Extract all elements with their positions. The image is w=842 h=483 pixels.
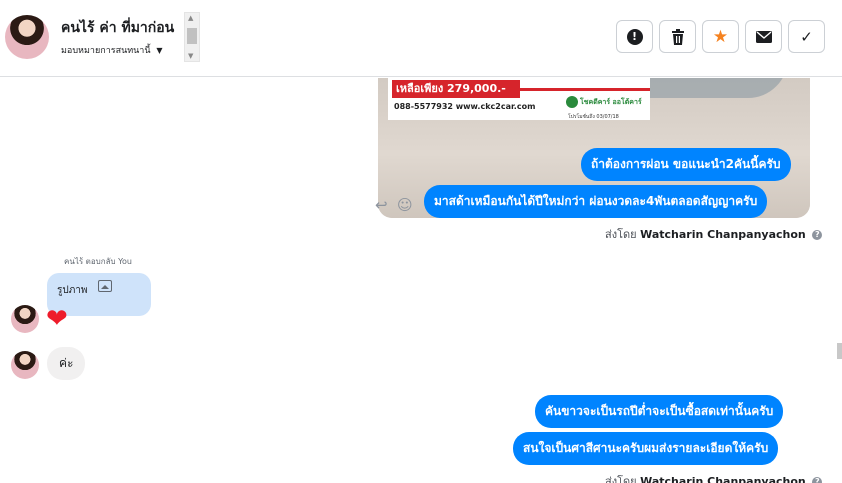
incoming-message[interactable]: ค่ะ [47,347,86,380]
ad-price: เหลือเพียง 279,000.- [392,80,520,98]
image-icon [98,280,112,292]
ad-divider [520,88,650,91]
reply-card-label: รูปภาพ [57,285,88,296]
dealer-logo-icon [566,96,578,108]
sent-by-prefix: ส่งโดย [605,228,637,241]
alert-icon: ! [626,28,643,45]
help-icon[interactable]: ? [812,230,823,240]
ad-fine-print: โปรโมชั่นถึง 03/07/18 [568,114,619,120]
mark-unread-button[interactable] [745,20,782,53]
sent-by-prefix: ส่งโดย [605,475,637,483]
outgoing-message[interactable]: สนใจเป็นศาสีศานะครับผมส่งรายละเอียดให้คร… [513,432,779,465]
scroll-down-icon[interactable]: ▼ [188,52,193,60]
sender-name: Watcharin Chanpanyachon [640,475,806,483]
help-icon[interactable]: ? [812,477,823,483]
report-spam-button[interactable]: ! [616,20,653,53]
scroll-up-icon[interactable]: ▲ [188,14,193,22]
trash-icon [671,28,684,45]
ad-contact-line: 088-5577932 www.ckc2car.com [394,102,536,111]
outgoing-message[interactable]: มาสด้าเหมือนกันได้ปีใหม่กว่า ผ่อนงวดละ4พ… [424,185,768,218]
name-scrollbar[interactable]: ▲ ▼ [184,12,200,62]
check-icon: ✓ [800,27,813,46]
reply-context: คนไร้ ตอบกลับ You [64,257,132,266]
contact-avatar[interactable] [5,15,49,59]
sent-by-line: ส่งโดย Watcharin Chanpanyachon ? [605,225,823,243]
delete-button[interactable] [659,20,696,53]
emoji-reaction-icon[interactable]: ☺ [397,196,413,214]
mail-icon [755,30,772,43]
avatar [11,305,39,333]
sender-name: Watcharin Chanpanyachon [640,228,806,241]
scroll-thumb[interactable] [187,28,197,44]
avatar [11,351,39,379]
star-button[interactable]: ★ [702,20,739,53]
outgoing-message[interactable]: คันขาวจะเป็นรถปีต่ำจะเป็นซื้อสดเท่านั้นค… [535,395,784,428]
star-icon: ★ [712,26,729,47]
chevron-down-icon: ▼ [156,46,163,55]
mark-done-button[interactable]: ✓ [788,20,825,53]
reply-icon[interactable]: ↩ [375,196,388,214]
sent-by-line: ส่งโดย Watcharin Chanpanyachon ? [605,472,823,483]
message-thread[interactable]: เหลือเพียง 279,000.- 088-5577932 www.ckc… [0,78,842,483]
assign-label: มอบหมายการสนทนานี้ [61,46,151,56]
contact-name[interactable]: คนไร้ ค่า ที่มาก่อน [61,17,174,39]
outgoing-message[interactable]: ถ้าต้องการผ่อน ขอแนะนำ2คันนี้ครับ [581,148,791,181]
ad-brand: โชคดีคาร์ ออโต้คาร์ [580,98,642,106]
heart-icon: ❤ [46,304,68,334]
assign-conversation-dropdown[interactable]: มอบหมายการสนทนานี้ ▼ [61,43,163,57]
conversation-header: คนไร้ ค่า ที่มาก่อน มอบหมายการสนทนานี้ ▼… [0,0,842,77]
thread-scrollbar[interactable] [837,343,842,359]
